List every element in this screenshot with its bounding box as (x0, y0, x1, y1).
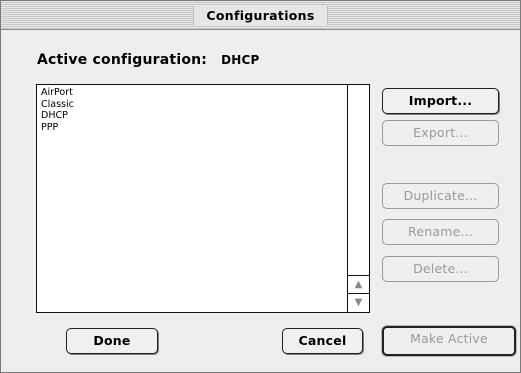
configurations-window: Configurations Active configuration: DHCP… (0, 0, 521, 373)
make-active-button[interactable]: Make Active (382, 326, 516, 356)
list-items: AirPort Classic DHCP PPP (41, 87, 74, 133)
scroll-down-arrow-icon[interactable]: ▼ (348, 293, 369, 312)
active-configuration: Active configuration: DHCP (37, 52, 260, 68)
vertical-scrollbar[interactable]: ▲ ▼ (347, 85, 369, 312)
list-item[interactable]: DHCP (41, 110, 74, 122)
cancel-button[interactable]: Cancel (282, 328, 363, 354)
title-bar[interactable]: Configurations (1, 1, 520, 30)
list-item[interactable]: PPP (41, 122, 74, 134)
scroll-up-arrow-icon[interactable]: ▲ (348, 275, 369, 294)
import-button[interactable]: Import... (382, 88, 499, 114)
window-title: Configurations (193, 6, 328, 25)
list-item[interactable]: Classic (41, 99, 74, 111)
done-button[interactable]: Done (66, 328, 158, 354)
list-item[interactable]: AirPort (41, 87, 74, 99)
export-button[interactable]: Export... (382, 120, 499, 146)
active-configuration-value: DHCP (221, 53, 260, 67)
rename-button[interactable]: Rename... (382, 219, 499, 245)
configurations-list[interactable]: AirPort Classic DHCP PPP ▲ ▼ (36, 84, 370, 313)
delete-button[interactable]: Delete... (382, 256, 499, 282)
active-configuration-label: Active configuration: (37, 52, 208, 68)
duplicate-button[interactable]: Duplicate... (382, 183, 499, 209)
